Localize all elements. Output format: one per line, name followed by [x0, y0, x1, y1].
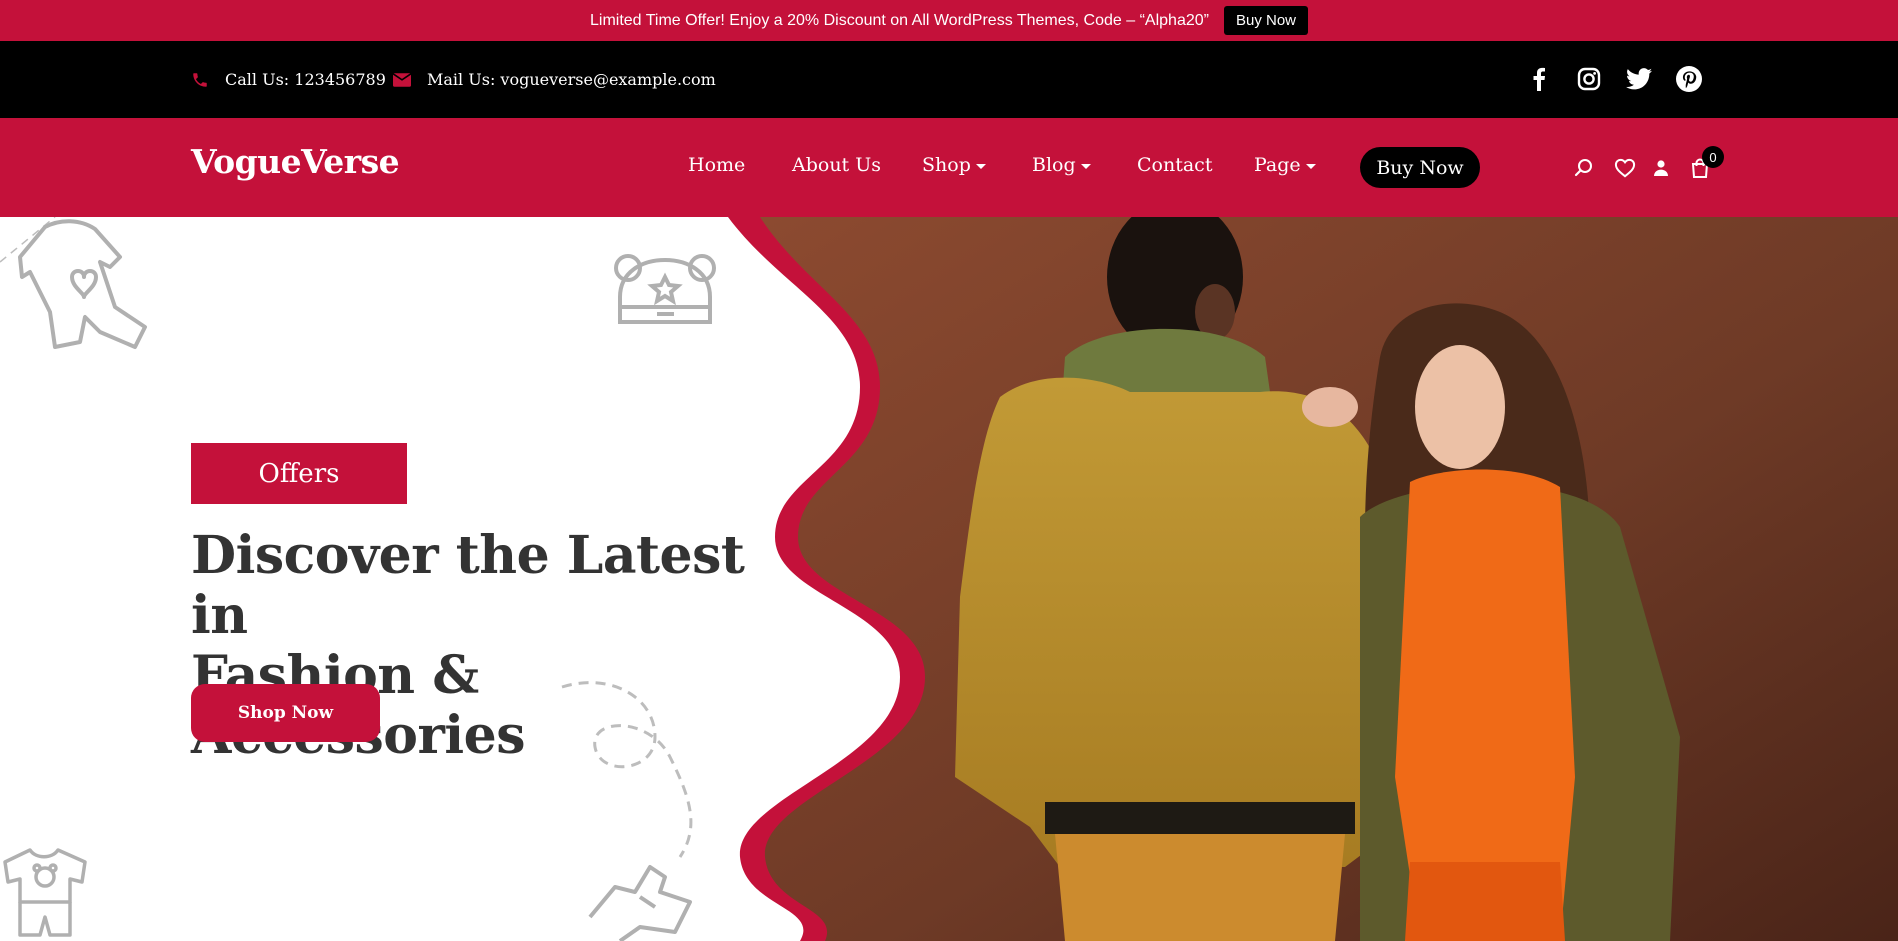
- promo-bar: Limited Time Offer! Enjoy a 20% Discount…: [0, 0, 1898, 41]
- nav-blog[interactable]: Blog: [1032, 154, 1091, 176]
- search-icon[interactable]: [1572, 156, 1596, 180]
- baby-onesie-icon: [0, 217, 147, 349]
- promo-buy-now-button[interactable]: Buy Now: [1223, 6, 1308, 35]
- promo-text: Limited Time Offer! Enjoy a 20% Discount…: [590, 11, 1209, 29]
- nav-label: About Us: [792, 154, 881, 176]
- baby-hat-icon: [614, 254, 716, 324]
- baby-clothes-icon: [588, 865, 692, 941]
- nav-shop[interactable]: Shop: [922, 154, 986, 176]
- headline-line-1: Discover the Latest in: [191, 525, 745, 646]
- phone-icon: [193, 72, 207, 87]
- twitter-icon[interactable]: [1625, 65, 1653, 93]
- phone-text: Call Us: 123456789: [225, 70, 386, 89]
- heart-icon[interactable]: [1613, 156, 1637, 180]
- nav-buy-now-button[interactable]: Buy Now: [1360, 147, 1480, 188]
- mail-text: Mail Us: vogueverse@example.com: [427, 70, 716, 89]
- nav-label: Contact: [1137, 154, 1213, 176]
- nav-home[interactable]: Home: [688, 154, 745, 176]
- hero-section: Offers Discover the Latest in Fashion & …: [0, 217, 1898, 941]
- nav-about-us[interactable]: About Us: [792, 154, 881, 176]
- nav-label: Home: [688, 154, 746, 176]
- nav-label: Blog: [1032, 154, 1076, 176]
- contact-bar: Call Us: 123456789 Mail Us: vogueverse@e…: [0, 41, 1898, 118]
- nav-page[interactable]: Page: [1254, 154, 1316, 176]
- offers-badge: Offers: [191, 443, 407, 504]
- facebook-icon[interactable]: [1525, 65, 1553, 93]
- shop-now-button[interactable]: Shop Now: [191, 684, 380, 742]
- nav-contact[interactable]: Contact: [1137, 154, 1212, 176]
- site-logo[interactable]: VogueVerse: [191, 142, 400, 181]
- envelope-icon: [393, 72, 411, 87]
- baby-tshirt-icon: [3, 848, 87, 937]
- chevron-down-icon: [975, 163, 986, 169]
- user-icon[interactable]: [1649, 156, 1673, 180]
- nav-label: Shop: [922, 154, 971, 176]
- chevron-down-icon: [1080, 163, 1091, 169]
- nav-label: Page: [1254, 154, 1301, 176]
- instagram-icon[interactable]: [1575, 65, 1603, 93]
- main-nav-bar: VogueVerse Home About Us Shop Blog Conta…: [0, 118, 1898, 217]
- contact-phone[interactable]: Call Us: 123456789: [191, 41, 386, 118]
- contact-mail[interactable]: Mail Us: vogueverse@example.com: [393, 41, 716, 118]
- pinterest-icon[interactable]: [1675, 65, 1703, 93]
- cart-count-badge: 0: [1702, 146, 1724, 168]
- chevron-down-icon: [1305, 163, 1316, 169]
